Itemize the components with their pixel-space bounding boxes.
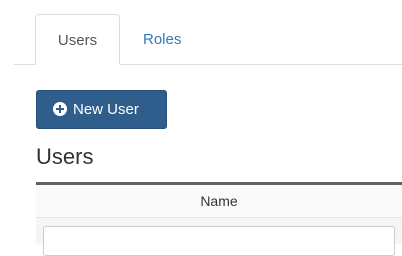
- section-title: Users: [36, 144, 94, 169]
- tab-users[interactable]: Users: [35, 14, 120, 65]
- column-header-name[interactable]: Name: [36, 185, 402, 218]
- tab-roles[interactable]: Roles: [143, 14, 203, 63]
- new-user-button[interactable]: New User: [36, 90, 167, 129]
- tab-users-label: Users: [57, 32, 98, 49]
- filter-row: [36, 218, 402, 256]
- users-table: Name: [36, 182, 402, 256]
- name-filter-input[interactable]: [43, 226, 395, 256]
- new-user-label: New User: [73, 101, 139, 118]
- plus-circle-icon: [53, 102, 67, 116]
- tab-roles-label: Roles: [143, 31, 182, 48]
- tab-bar: Users Roles: [14, 14, 402, 65]
